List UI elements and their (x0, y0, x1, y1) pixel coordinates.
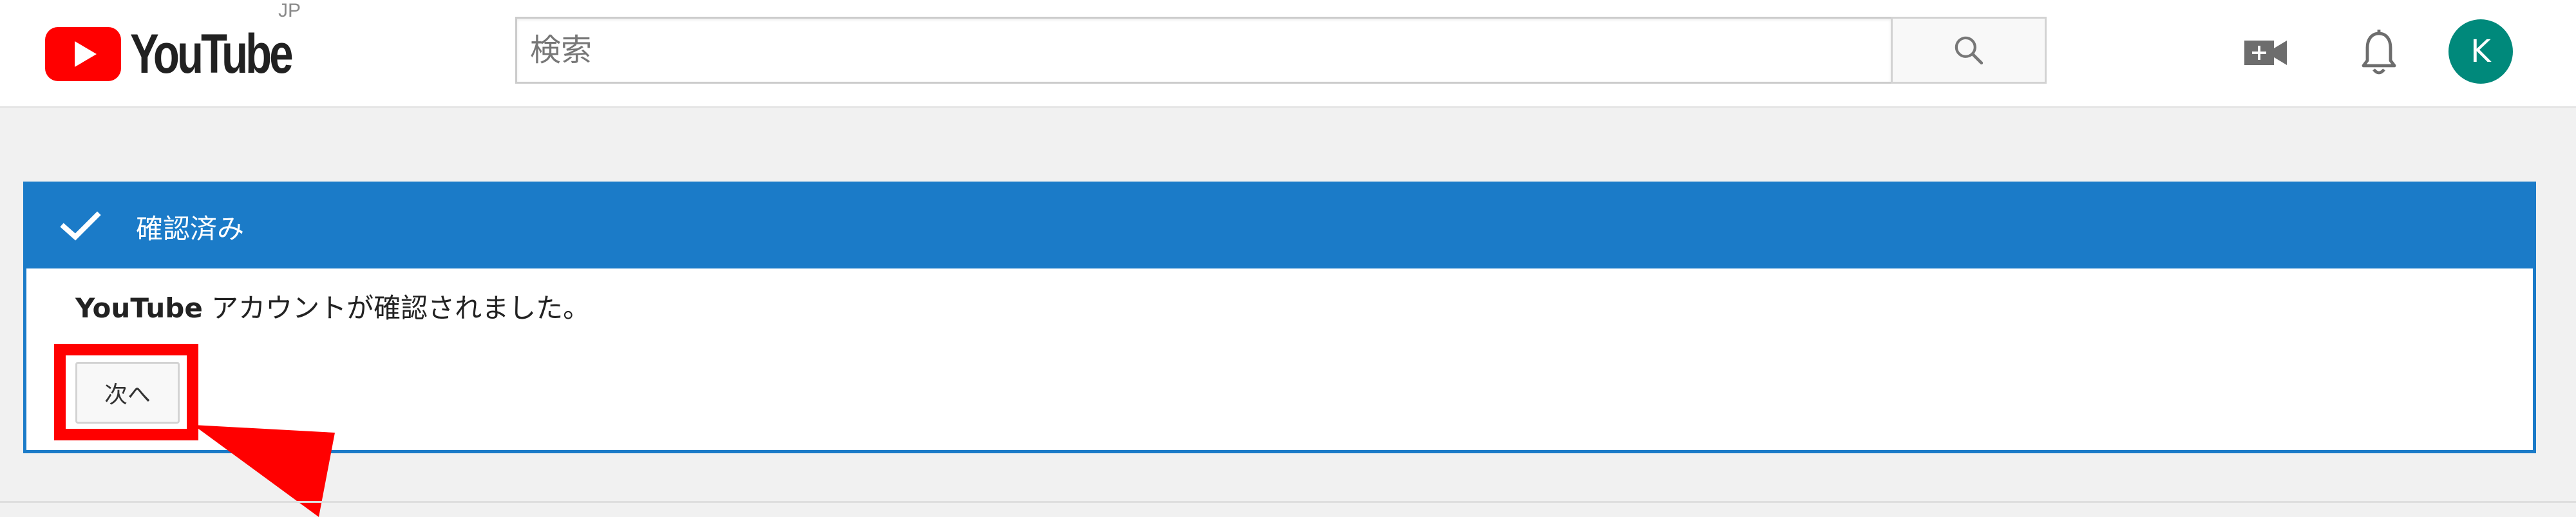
checkmark-icon (60, 205, 104, 249)
bell-icon (2362, 30, 2396, 75)
youtube-logo[interactable]: YouTube (45, 22, 336, 86)
video-camera-plus-icon (2244, 41, 2287, 65)
panel-title: 確認済み (136, 212, 245, 245)
country-code: JP (278, 0, 301, 21)
masthead: YouTube JP K (0, 0, 2576, 108)
panel-body: YouTube アカウントが確認されました。 次へ (26, 268, 2533, 450)
search-icon (1955, 36, 1984, 65)
notifications-button[interactable] (2348, 22, 2410, 84)
annotation-arrow-icon (193, 425, 335, 517)
search-input[interactable] (515, 17, 1891, 84)
message-text: アカウントが確認されました。 (202, 292, 591, 324)
panel-header: 確認済み (26, 185, 2533, 268)
verification-panel: 確認済み YouTube アカウントが確認されました。 次へ (23, 182, 2536, 453)
verification-message: YouTube アカウントが確認されました。 (75, 287, 590, 326)
upload-video-button[interactable] (2235, 22, 2297, 84)
account-avatar[interactable]: K (2448, 19, 2513, 84)
annotation-highlight-box (54, 344, 198, 440)
divider (0, 501, 2576, 503)
search-button[interactable] (1891, 17, 2047, 84)
message-brand: YouTube (75, 292, 203, 324)
logo-wordmark: YouTube (130, 23, 294, 85)
search-bar (515, 17, 2047, 84)
youtube-play-logo-icon (45, 27, 121, 81)
